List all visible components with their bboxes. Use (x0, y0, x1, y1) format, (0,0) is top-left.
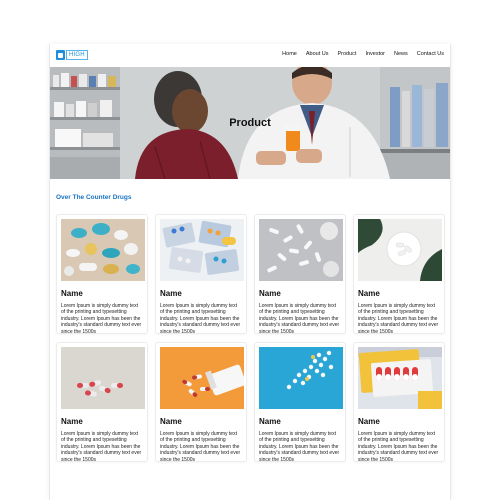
product-card[interactable]: Name Lorem Ipsum is simply dummy text of… (155, 342, 247, 462)
nav-investor[interactable]: Investor (365, 51, 385, 57)
nav-about-us[interactable]: About Us (306, 51, 329, 57)
nav-home[interactable]: Home (282, 51, 297, 57)
logo[interactable]: HIGH (56, 49, 88, 60)
product-description: Lorem Ipsum is simply dummy text of the … (259, 303, 340, 334)
nav-news[interactable]: News (394, 51, 408, 57)
product-image-capsules-in-box (358, 347, 442, 409)
header: HIGH Home About Us Product Investor News… (50, 44, 450, 66)
product-name: Name (358, 289, 380, 298)
nav-contact-us[interactable]: Contact Us (417, 51, 444, 57)
product-name: Name (160, 289, 182, 298)
product-card[interactable]: Name Lorem Ipsum is simply dummy text of… (254, 214, 346, 334)
product-name: Name (259, 289, 281, 298)
product-name: Name (160, 417, 182, 426)
nav-product[interactable]: Product (337, 51, 356, 57)
product-image-white-pills (259, 219, 343, 281)
product-description: Lorem Ipsum is simply dummy text of the … (358, 303, 439, 334)
product-grid: Name Lorem Ipsum is simply dummy text of… (56, 214, 446, 462)
product-image-bowl-pills (358, 219, 442, 281)
product-description: Lorem Ipsum is simply dummy text of the … (160, 303, 241, 334)
hero-title: Product (229, 117, 271, 129)
product-image-pills-on-blue (259, 347, 343, 409)
product-description: Lorem Ipsum is simply dummy text of the … (61, 303, 142, 334)
logo-text: HIGH (66, 49, 88, 60)
product-image-blue-capsules (61, 219, 145, 281)
section-title: Over The Counter Drugs (56, 194, 132, 201)
logo-icon (56, 49, 65, 60)
hero-banner: Product (50, 67, 450, 179)
product-description: Lorem Ipsum is simply dummy text of the … (259, 431, 340, 462)
product-name: Name (61, 417, 83, 426)
product-card[interactable]: Name Lorem Ipsum is simply dummy text of… (353, 214, 445, 334)
product-image-orange-pill-bottle (160, 347, 244, 409)
product-card[interactable]: Name Lorem Ipsum is simply dummy text of… (353, 342, 445, 462)
product-name: Name (358, 417, 380, 426)
main-nav: Home About Us Product Investor News Cont… (282, 51, 444, 57)
product-card[interactable]: Name Lorem Ipsum is simply dummy text of… (56, 342, 148, 462)
product-description: Lorem Ipsum is simply dummy text of the … (358, 431, 439, 462)
product-name: Name (61, 289, 83, 298)
product-name: Name (259, 417, 281, 426)
product-image-blister-packs (160, 219, 244, 281)
page: HIGH Home About Us Product Investor News… (49, 44, 451, 500)
product-description: Lorem Ipsum is simply dummy text of the … (61, 431, 142, 462)
product-card[interactable]: Name Lorem Ipsum is simply dummy text of… (155, 214, 247, 334)
product-card[interactable]: Name Lorem Ipsum is simply dummy text of… (254, 342, 346, 462)
product-image-red-white-capsules (61, 347, 145, 409)
product-description: Lorem Ipsum is simply dummy text of the … (160, 431, 241, 462)
product-card[interactable]: Name Lorem Ipsum is simply dummy text of… (56, 214, 148, 334)
